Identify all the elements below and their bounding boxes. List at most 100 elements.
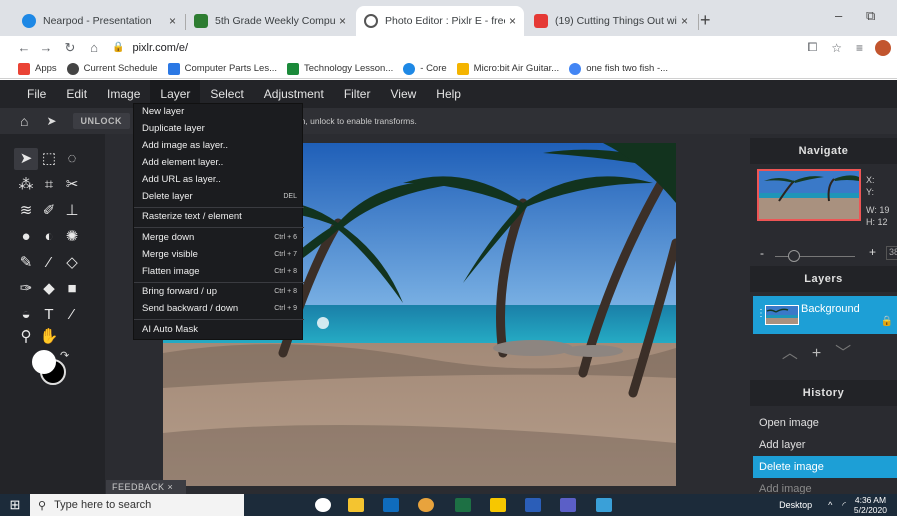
bookmark-one-fish[interactable]: one fish two fish -... bbox=[569, 62, 668, 75]
menu-item-delete-layer[interactable]: Delete layer DEL bbox=[142, 191, 297, 202]
marquee-tool-icon[interactable]: ⬚ bbox=[37, 148, 61, 170]
menu-item-send-backward[interactable]: Send backward / down Ctrl + 9 bbox=[142, 303, 297, 314]
reading-list-icon[interactable]: ≡ bbox=[856, 41, 863, 55]
zoom-in-icon[interactable]: + bbox=[869, 245, 876, 259]
share-icon[interactable]: ⧠ bbox=[808, 40, 818, 55]
menu-item-add-element-layer[interactable]: Add element layer.. bbox=[142, 157, 297, 168]
minimize-icon[interactable]: – bbox=[835, 8, 842, 23]
menu-item-ai-auto-mask[interactable]: AI Auto Mask bbox=[142, 324, 297, 335]
new-tab-button[interactable]: + bbox=[700, 10, 711, 31]
drop-tool-icon[interactable]: ● bbox=[14, 226, 38, 248]
eraser-tool-icon[interactable]: ◇ bbox=[60, 252, 84, 274]
eyedropper-tool-icon[interactable]: ⁄ bbox=[60, 304, 84, 326]
avatar[interactable] bbox=[875, 39, 891, 56]
menu-view[interactable]: View bbox=[380, 80, 426, 108]
photos-icon[interactable] bbox=[596, 498, 612, 512]
close-icon[interactable]: × bbox=[681, 14, 688, 28]
menu-filter[interactable]: Filter bbox=[334, 80, 381, 108]
outlook-icon[interactable] bbox=[383, 498, 399, 512]
menu-item-merge-down[interactable]: Merge down Ctrl + 6 bbox=[142, 232, 297, 243]
color-replace-icon[interactable]: ✑ bbox=[14, 278, 38, 300]
url-field[interactable]: pixlr.com/e/ bbox=[132, 42, 188, 54]
cortana-icon[interactable] bbox=[315, 498, 331, 512]
move-layer-down-icon[interactable]: ﹀ bbox=[835, 345, 865, 362]
menu-item-merge-visible[interactable]: Merge visible Ctrl + 7 bbox=[142, 249, 297, 260]
chevron-up-icon[interactable]: ^ bbox=[828, 500, 832, 510]
lasso-tool-icon[interactable]: ◌ bbox=[60, 148, 84, 170]
clock[interactable]: 4:36 AM 5/2/2020 bbox=[854, 495, 887, 515]
menu-item-bring-forward[interactable]: Bring forward / up Ctrl + 8 bbox=[142, 286, 297, 297]
shape-tool-icon[interactable]: ◒ bbox=[14, 304, 38, 326]
fill-tool-icon[interactable]: ◆ bbox=[37, 278, 61, 300]
crop-tool-icon[interactable]: ⌗ bbox=[37, 174, 61, 196]
teams-icon[interactable] bbox=[560, 498, 576, 512]
cutout-tool-icon[interactable]: ✂ bbox=[60, 174, 84, 196]
history-item[interactable]: Add layer bbox=[753, 434, 897, 456]
restore-icon[interactable]: ⧉ bbox=[866, 8, 875, 24]
bookmark-microbit[interactable]: Micro:bit Air Guitar... bbox=[456, 62, 559, 75]
reload-icon[interactable]: ↻ bbox=[60, 40, 80, 56]
home-icon[interactable]: ⌂ bbox=[84, 40, 104, 55]
forward-icon[interactable]: → bbox=[36, 40, 56, 55]
menu-item-add-image-layer[interactable]: Add image as layer.. bbox=[142, 140, 297, 151]
menu-item-duplicate-layer[interactable]: Duplicate layer bbox=[142, 123, 297, 134]
history-item-selected[interactable]: Delete image bbox=[753, 456, 897, 478]
desktop-label[interactable]: Desktop bbox=[779, 500, 812, 510]
unlock-button[interactable]: UNLOCK bbox=[72, 113, 131, 129]
sticky-notes-icon[interactable] bbox=[490, 498, 506, 512]
taskbar-search[interactable]: ⚲ Type here to search bbox=[30, 494, 244, 516]
menu-item-flatten-image[interactable]: Flatten image Ctrl + 8 bbox=[142, 266, 297, 277]
feedback-button[interactable]: FEEDBACK × bbox=[106, 480, 186, 494]
zoom-slider-handle[interactable] bbox=[788, 250, 800, 262]
pencil-tool-icon[interactable]: ✎ bbox=[14, 252, 38, 274]
menu-file[interactable]: File bbox=[17, 80, 56, 108]
star-icon[interactable]: ☆ bbox=[831, 41, 842, 55]
menu-item-add-url-layer[interactable]: Add URL as layer.. bbox=[142, 174, 297, 185]
brush-tool-icon[interactable]: ⁄ bbox=[37, 252, 61, 274]
bookmark-computer-parts[interactable]: Computer Parts Les... bbox=[167, 62, 277, 75]
windows-start-icon[interactable]: ⊞ bbox=[0, 494, 30, 516]
file-explorer-icon[interactable] bbox=[348, 498, 364, 512]
home-icon[interactable]: ⌂ bbox=[20, 113, 28, 129]
history-item[interactable]: Open image bbox=[753, 412, 897, 434]
bookmark-apps[interactable]: Apps bbox=[18, 62, 57, 75]
layer-item-background[interactable]: ⋮ Background 🔒 bbox=[753, 296, 897, 334]
bookmark-technology[interactable]: Technology Lesson... bbox=[287, 62, 393, 75]
close-icon[interactable]: × bbox=[169, 14, 176, 28]
menu-item-rasterize[interactable]: Rasterize text / element bbox=[142, 211, 297, 222]
menu-item-new-layer[interactable]: New layer bbox=[142, 106, 297, 117]
liquify-tool-icon[interactable]: ≋ bbox=[14, 200, 38, 222]
lock-icon[interactable]: 🔒 bbox=[881, 316, 893, 327]
close-icon[interactable]: × bbox=[339, 14, 346, 28]
swap-colors-icon[interactable]: ↷ bbox=[60, 349, 69, 362]
back-icon[interactable]: ← bbox=[14, 40, 34, 55]
tab-pixlr[interactable]: Photo Editor : Pixlr E - free image × bbox=[356, 6, 524, 36]
sponge-tool-icon[interactable]: ✺ bbox=[60, 226, 84, 248]
gradient-tool-icon[interactable]: ■ bbox=[60, 278, 84, 300]
menu-edit[interactable]: Edit bbox=[56, 80, 97, 108]
zoom-tool-icon[interactable]: ⚲ bbox=[14, 326, 38, 348]
heal-tool-icon[interactable]: ✐ bbox=[37, 200, 61, 222]
excel-icon[interactable] bbox=[455, 498, 471, 512]
arrange-tool-icon[interactable]: ➤ bbox=[14, 148, 38, 170]
word-icon[interactable] bbox=[525, 498, 541, 512]
bookmark-core[interactable]: - Core bbox=[403, 62, 447, 75]
close-icon[interactable]: × bbox=[509, 14, 516, 28]
clone-stamp-icon[interactable]: ⊥ bbox=[60, 200, 84, 222]
zoom-out-icon[interactable]: - bbox=[760, 246, 764, 260]
text-tool-icon[interactable]: T bbox=[37, 304, 61, 326]
tab-youtube[interactable]: (19) Cutting Things Out with the × bbox=[526, 6, 696, 36]
move-layer-up-icon[interactable]: ︿ bbox=[782, 345, 812, 362]
chrome-icon[interactable] bbox=[418, 498, 434, 512]
menu-help[interactable]: Help bbox=[426, 80, 471, 108]
hand-tool-icon[interactable]: ✋ bbox=[37, 326, 61, 348]
foreground-color-swatch[interactable] bbox=[32, 350, 56, 374]
bookmark-schedule[interactable]: Current Schedule bbox=[66, 62, 158, 75]
tab-weekly-lessons[interactable]: 5th Grade Weekly Computer Less × bbox=[186, 6, 354, 36]
zoom-input[interactable]: 38 bbox=[886, 246, 897, 260]
wand-tool-icon[interactable]: ⁂ bbox=[14, 174, 38, 196]
add-layer-icon[interactable]: + bbox=[812, 345, 835, 362]
zoom-track[interactable] bbox=[775, 256, 855, 257]
wifi-icon[interactable]: ◜ bbox=[842, 500, 846, 511]
navigator-thumbnail[interactable] bbox=[757, 169, 861, 221]
